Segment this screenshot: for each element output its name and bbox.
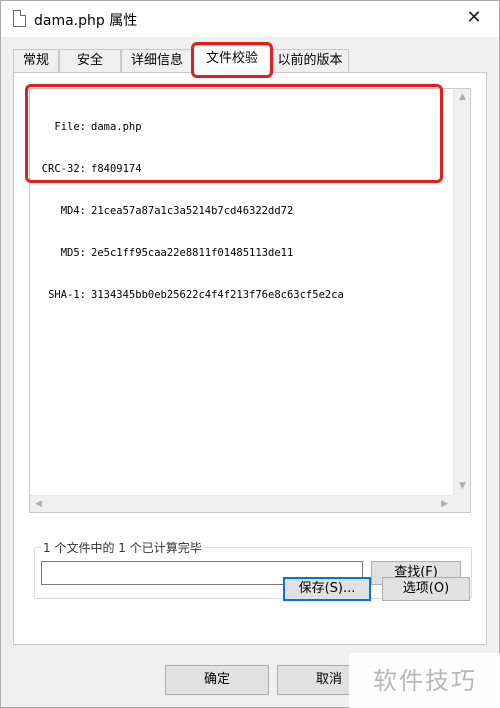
tab-security[interactable]: 安全 — [59, 49, 121, 73]
progress-status: 1 个文件中的 1 个已计算完毕 — [41, 539, 204, 556]
tab-details[interactable]: 详细信息 — [121, 49, 193, 73]
watermark-text: 软件技巧 — [349, 653, 500, 708]
hash-row-file: File: dama.php — [54, 121, 142, 133]
tab-file-checksum[interactable]: 文件校验 — [193, 45, 271, 75]
save-button[interactable]: 保存(S)... — [283, 577, 371, 601]
hash-results-box[interactable]: File: dama.php CRC-32: f8409174 MD4: 21cea5… — [29, 88, 471, 513]
vertical-scrollbar[interactable]: ▲ ▼ — [453, 89, 470, 495]
options-button[interactable]: 选项(O) — [382, 577, 470, 601]
checksum-panel: File: dama.php CRC-32: f8409174 MD4: 21cea5… — [13, 72, 487, 645]
close-icon[interactable]: ✕ — [463, 7, 485, 29]
tab-general[interactable]: 常规 — [13, 49, 59, 73]
properties-dialog: dama.php 属性 ✕ 常规 安全 详细信息 文件校验 以前的版本 File… — [0, 0, 500, 708]
ok-button[interactable]: 确定 — [165, 665, 269, 695]
hash-row-md5: MD5: 2e5c1ff95caa22e8811f01485113de11 — [60, 247, 294, 259]
window-title: dama.php 属性 — [34, 13, 138, 29]
hash-row-crc32: CRC-32: f8409174 — [41, 163, 142, 175]
dialog-body: 常规 安全 详细信息 文件校验 以前的版本 File: dama.php CRC-… — [1, 37, 499, 707]
scroll-right-icon[interactable]: ▶ — [436, 496, 453, 513]
document-icon — [13, 10, 26, 27]
scroll-down-icon[interactable]: ▼ — [454, 478, 471, 495]
tab-previous-versions[interactable]: 以前的版本 — [271, 49, 349, 73]
horizontal-scrollbar[interactable]: ◀ ▶ — [30, 495, 453, 512]
hash-list: File: dama.php CRC-32: f8409174 MD4: 21cea5… — [34, 92, 344, 330]
scroll-up-icon[interactable]: ▲ — [454, 89, 471, 106]
hash-row-sha1: SHA-1: 3134345bb0eb25622c4f4f213f76e8c63c… — [48, 289, 344, 301]
hash-row-md4: MD4: 21cea57a87a1c3a5214b7cd46322dd72 — [60, 205, 294, 217]
scrollbar-corner — [453, 495, 470, 512]
title-bar: dama.php 属性 ✕ — [1, 1, 499, 37]
scroll-left-icon[interactable]: ◀ — [30, 496, 47, 513]
